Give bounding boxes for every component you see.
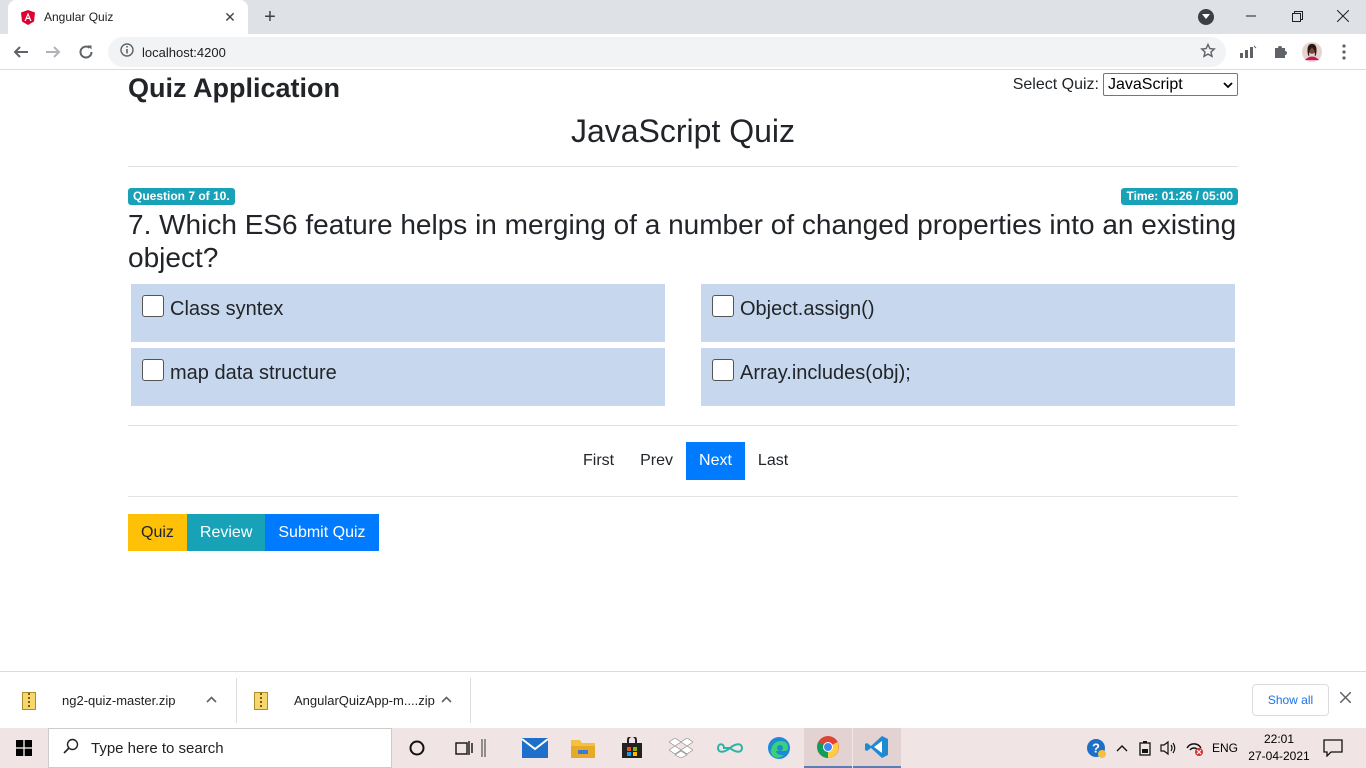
search-icon xyxy=(63,738,79,759)
browser-tab[interactable]: Angular Quiz ✕ xyxy=(8,0,248,34)
show-all-button[interactable]: Show all xyxy=(1252,684,1329,716)
pagination: First Prev Next Last xyxy=(570,442,801,480)
infinity-app-icon[interactable] xyxy=(706,728,754,768)
tab-search-icon[interactable] xyxy=(1198,9,1214,25)
angular-icon xyxy=(20,9,36,25)
chevron-up-icon[interactable] xyxy=(1116,728,1128,768)
reload-icon[interactable] xyxy=(74,40,98,64)
media-icon[interactable] xyxy=(1238,42,1258,62)
quiz-select-dropdown[interactable]: JavaScript xyxy=(1103,73,1238,96)
prev-button[interactable]: Prev xyxy=(627,442,686,480)
notification-icon[interactable] xyxy=(1323,728,1343,768)
close-icon[interactable] xyxy=(1339,690,1352,708)
download-bar: ng2-quiz-master.zip AngularQuizApp-m....… xyxy=(0,671,1366,728)
more-menu-icon[interactable] xyxy=(1334,42,1354,62)
new-tab-button[interactable]: + xyxy=(258,5,282,29)
browser-toolbar: localhost:4200 xyxy=(0,34,1366,70)
mail-icon[interactable] xyxy=(511,728,559,768)
browser-tab-bar: Angular Quiz ✕ + xyxy=(0,0,1366,34)
chevron-down-icon xyxy=(1223,76,1233,94)
question-text: 7. Which ES6 feature helps in merging of… xyxy=(128,209,1237,273)
option-label: map data structure xyxy=(170,362,337,384)
download-filename: ng2-quiz-master.zip xyxy=(62,693,176,708)
download-item[interactable]: ng2-quiz-master.zip xyxy=(22,678,175,723)
close-window-icon[interactable] xyxy=(1320,0,1366,32)
back-icon[interactable] xyxy=(9,40,33,64)
vscode-icon[interactable] xyxy=(853,728,901,768)
option-3[interactable]: map data structure xyxy=(131,348,665,406)
option-2[interactable]: Object.assign() xyxy=(701,284,1235,342)
store-icon[interactable] xyxy=(608,728,656,768)
zip-file-icon xyxy=(254,691,268,710)
divider xyxy=(236,678,237,723)
quiz-select-value: JavaScript xyxy=(1108,75,1183,93)
quiz-selector: Select Quiz: JavaScript xyxy=(1013,73,1238,96)
edge-icon[interactable] xyxy=(755,728,803,768)
minimize-icon[interactable] xyxy=(1228,0,1274,32)
avatar[interactable] xyxy=(1302,42,1322,62)
option-checkbox[interactable] xyxy=(142,359,164,381)
address-bar[interactable]: localhost:4200 xyxy=(108,37,1226,67)
language-indicator[interactable]: ENG xyxy=(1212,728,1238,768)
cortana-icon[interactable] xyxy=(393,728,441,768)
download-filename: AngularQuizApp-m....zip xyxy=(294,693,435,708)
windows-start-icon[interactable] xyxy=(0,728,48,768)
network-icon[interactable] xyxy=(1185,728,1205,768)
submit-quiz-button[interactable]: Submit Quiz xyxy=(265,514,379,551)
info-icon[interactable] xyxy=(120,42,134,62)
option-checkbox[interactable] xyxy=(712,359,734,381)
first-button[interactable]: First xyxy=(570,442,627,480)
divider xyxy=(128,425,1238,426)
page-title: Quiz Application xyxy=(128,73,340,103)
divider xyxy=(128,496,1238,497)
zip-file-icon xyxy=(22,691,36,710)
volume-icon[interactable] xyxy=(1160,728,1178,768)
option-label: Class syntex xyxy=(170,298,284,320)
search-placeholder: Type here to search xyxy=(91,739,224,757)
clock-date: 27-04-2021 xyxy=(1248,749,1310,763)
tab-close-icon[interactable]: ✕ xyxy=(222,9,238,26)
option-1[interactable]: Class syntex xyxy=(131,284,665,342)
option-label: Array.includes(obj); xyxy=(740,362,911,384)
clock-time: 22:01 xyxy=(1263,732,1295,746)
taskbar-search-input[interactable]: Type here to search xyxy=(48,728,392,768)
divider xyxy=(470,678,471,723)
download-item[interactable]: AngularQuizApp-m....zip xyxy=(254,678,435,723)
file-explorer-icon[interactable] xyxy=(559,728,607,768)
review-button[interactable]: Review xyxy=(186,514,266,551)
timer-badge: Time: 01:26 / 05:00 xyxy=(1121,188,1238,205)
battery-icon[interactable] xyxy=(1138,728,1152,768)
next-button[interactable]: Next xyxy=(686,442,745,480)
last-button[interactable]: Last xyxy=(745,442,801,480)
quiz-button[interactable]: Quiz xyxy=(128,514,187,551)
option-checkbox[interactable] xyxy=(712,295,734,317)
help-icon[interactable]: ? xyxy=(1086,728,1106,768)
option-label: Object.assign() xyxy=(740,298,875,320)
chrome-icon[interactable] xyxy=(804,728,852,768)
restore-icon[interactable] xyxy=(1274,0,1320,32)
option-4[interactable]: Array.includes(obj); xyxy=(701,348,1235,406)
select-quiz-label: Select Quiz: xyxy=(1012,75,1099,93)
chevron-up-icon[interactable] xyxy=(441,692,452,706)
question-count-badge: Question 7 of 10. xyxy=(128,188,235,205)
divider-icon xyxy=(472,728,496,768)
action-buttons: Quiz Review Submit Quiz xyxy=(128,514,379,551)
chevron-up-icon[interactable] xyxy=(206,692,217,706)
divider xyxy=(128,166,1238,167)
system-clock[interactable]: 22:01 27-04-2021 xyxy=(1244,731,1314,765)
dropbox-icon[interactable] xyxy=(657,728,705,768)
tab-title: Angular Quiz xyxy=(44,10,114,24)
bookmark-star-icon[interactable] xyxy=(1200,42,1216,64)
url-text: localhost:4200 xyxy=(142,44,226,60)
option-checkbox[interactable] xyxy=(142,295,164,317)
forward-icon[interactable] xyxy=(41,40,65,64)
windows-taskbar: Type here to search ? ENG 22:01 27-04-20… xyxy=(0,728,1366,768)
extensions-icon[interactable] xyxy=(1270,42,1290,62)
quiz-title: JavaScript Quiz xyxy=(570,113,796,149)
